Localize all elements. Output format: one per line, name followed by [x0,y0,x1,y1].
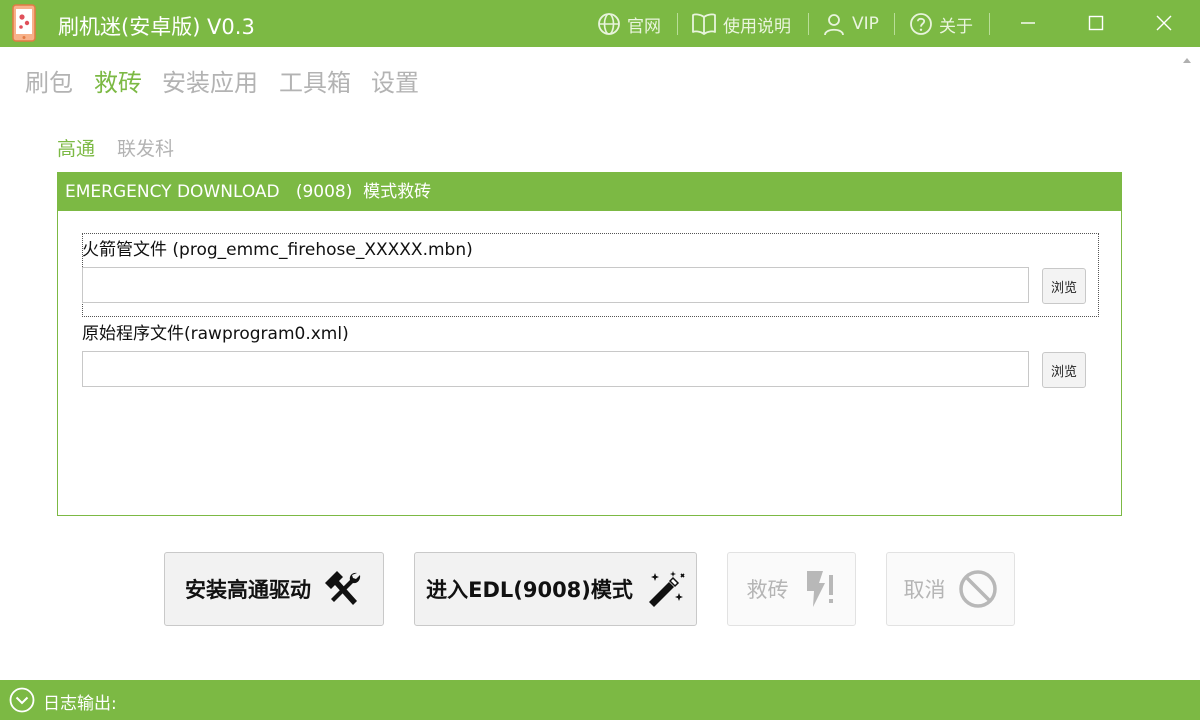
tab-flash-package[interactable]: 刷包 [25,63,73,98]
vip-label: VIP [852,14,879,34]
cancel-label: 取消 [903,578,946,602]
chevron-down-circle-icon [9,687,35,713]
manual-label: 使用说明 [723,16,791,37]
edl-panel: EMERGENCY DOWNLOAD (9008) 模式救砖 火箭管文件 (pr… [57,172,1122,516]
book-icon [692,13,716,35]
subtab-qualcomm[interactable]: 高通 [57,134,95,161]
log-expand-button[interactable] [8,686,36,714]
app-title: 刷机迷(安卓版) V0.3 [58,15,255,39]
hammer-wrench-icon [323,569,363,609]
divider [894,13,895,35]
vip-link[interactable]: VIP [822,12,879,36]
firehose-file-input[interactable] [82,267,1029,303]
official-site-link[interactable]: 官网 [597,12,661,37]
scroll-up-icon[interactable] [1183,58,1191,63]
about-link[interactable]: 关于 [909,12,973,37]
tab-settings[interactable]: 设置 [371,63,419,98]
magic-wand-icon [645,569,685,609]
install-qualcomm-driver-button[interactable]: 安装高通驱动 [164,552,384,626]
enter-edl-label: 进入EDL(9008)模式 [426,578,633,602]
unbrick-label: 救砖 [746,578,789,602]
rawprogram-file-input[interactable] [82,351,1029,387]
maximize-icon [1088,15,1104,31]
app-logo-icon [12,4,36,42]
official-site-label: 官网 [627,16,661,37]
subtab-mediatek[interactable]: 联发科 [117,134,174,161]
close-button[interactable] [1149,8,1179,38]
globe-icon [598,13,620,35]
bolt-exclamation-icon [801,569,837,609]
log-output-label: 日志输出: [43,694,117,714]
tab-install-app[interactable]: 安装应用 [162,63,258,98]
rawprogram-browse-button[interactable]: 浏览 [1042,352,1086,388]
panel-header: EMERGENCY DOWNLOAD (9008) 模式救砖 [58,173,1121,211]
user-icon [824,14,844,36]
maximize-button[interactable] [1081,8,1111,38]
install-driver-label: 安装高通驱动 [185,578,311,602]
firehose-file-label: 火箭管文件 (prog_emmc_firehose_XXXXX.mbn) [82,240,473,260]
divider [989,13,990,35]
unbrick-button[interactable]: 救砖 [727,552,856,626]
scrollbar[interactable] [1172,47,1200,680]
enter-edl-mode-button[interactable]: 进入EDL(9008)模式 [414,552,697,626]
divider [677,13,678,35]
firehose-browse-button[interactable]: 浏览 [1042,268,1086,304]
panel-title: EMERGENCY DOWNLOAD (9008) 模式救砖 [65,182,432,202]
log-bar: 日志输出: [0,680,1200,720]
minimize-icon [1021,22,1035,24]
manual-link[interactable]: 使用说明 [691,12,791,37]
divider [808,13,809,35]
cancel-button[interactable]: 取消 [886,552,1015,626]
tab-unbrick[interactable]: 救砖 [94,63,142,98]
question-circle-icon [910,13,932,35]
minimize-button[interactable] [1013,8,1043,38]
title-bar: 刷机迷(安卓版) V0.3 官网 使用说明 VIP 关于 [0,0,1200,47]
rawprogram-file-label: 原始程序文件(rawprogram0.xml) [82,324,349,344]
tab-toolbox[interactable]: 工具箱 [279,63,351,98]
about-label: 关于 [939,16,973,37]
prohibited-icon [958,569,998,609]
close-icon [1156,15,1172,31]
